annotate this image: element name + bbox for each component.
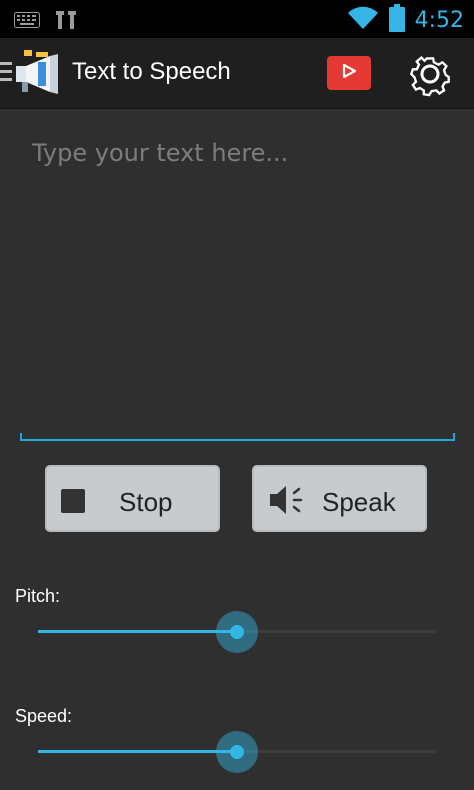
text-entry-area [20,125,455,445]
settings-button[interactable] [404,50,456,103]
keyboard-icon [14,12,40,33]
youtube-button[interactable] [327,56,371,90]
speed-slider-fill [38,750,237,753]
status-system: 4:52 [347,4,464,37]
pitch-slider-fill [38,630,237,633]
pitch-slider[interactable] [38,611,436,653]
wifi-icon [347,5,379,36]
speed-label: Speed: [15,706,73,726]
usb-debug-icon [54,9,80,36]
pitch-label: Pitch: [15,586,61,606]
status-notifications [14,9,80,36]
battery-icon [388,4,405,37]
gear-icon [404,56,456,102]
app-title: Text to Speech [72,58,231,85]
text-input[interactable] [20,125,455,425]
speak-button[interactable]: Speak [252,465,427,532]
text-input-underline [20,433,455,441]
speak-button-label: Speak [322,487,396,517]
drawer-menu-icon[interactable] [0,62,12,84]
status-bar: 4:52 [0,0,474,38]
stop-icon [61,489,85,513]
megaphone-app-icon[interactable] [14,48,62,103]
app-toolbar: Text to Speech [0,38,474,108]
stop-button-label: Stop [119,487,173,517]
play-icon [340,63,358,84]
clock: 4:52 [414,8,464,33]
pitch-slider-thumb[interactable] [216,611,258,653]
stop-button[interactable]: Stop [45,465,220,532]
speed-slider[interactable] [38,731,436,773]
speed-slider-thumb[interactable] [216,731,258,773]
speaker-icon [268,483,308,524]
